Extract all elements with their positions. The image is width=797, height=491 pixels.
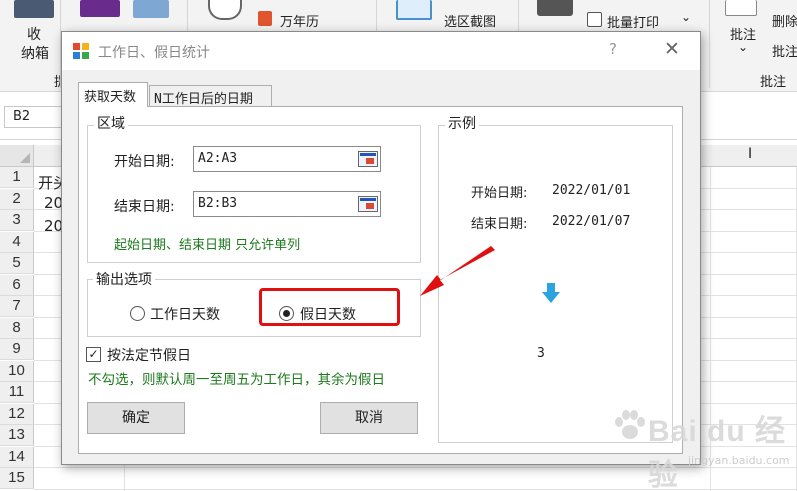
region-hint: 起始日期、结束日期 只允许单列 [114,238,301,253]
radio-workdays-label[interactable]: 工作日天数 [150,304,220,324]
comment-icon [725,0,757,16]
row-header[interactable]: 12 [0,403,34,425]
row-header[interactable]: 10 [0,360,34,382]
dialog-title: 工作日、假日统计 [98,45,210,61]
watermark-url: jingyan.baidu.com [688,454,790,467]
end-date-field[interactable]: B2:B3 [193,191,381,217]
watermark-brand: Bai du 经验 [648,415,787,491]
batch-print-icon [587,12,602,27]
collect-box-label-bottom[interactable]: 纳箱 [21,43,49,63]
row-header[interactable]: 5 [0,253,34,274]
image-icon [396,0,432,20]
column-header-i[interactable]: I [748,146,752,162]
row-header[interactable]: 7 [0,296,34,317]
legal-holiday-checkbox[interactable]: ✓ [86,347,101,362]
example-end-value: 2022/01/07 [552,214,631,229]
delete-comment-label[interactable]: 删除 [772,11,797,30]
screenshot-label[interactable]: 选区截图 [444,11,496,30]
row-header[interactable]: 13 [0,425,34,446]
locate-icon [133,0,169,18]
dialog-titlebar[interactable]: 工作日、假日统计 ? ✕ [62,32,700,70]
example-result: 3 [537,346,545,361]
end-range-picker-icon[interactable] [358,196,378,212]
select-all-corner[interactable] [0,145,34,167]
output-options-title: 输出选项 [93,269,155,289]
row-header[interactable]: 9 [0,339,34,360]
start-date-label: 开始日期: [114,154,175,170]
personal-icon [80,0,120,17]
region-group-title: 区域 [94,113,128,133]
example-title: 示例 [445,113,479,133]
name-box[interactable]: B2 [4,106,64,128]
batch-print-dropdown-icon[interactable]: ⌄ [681,10,691,24]
row-header[interactable]: 6 [0,274,34,296]
ok-button[interactable]: 确定 [87,402,185,434]
batch-print-label[interactable]: 批量打印 [607,12,659,31]
ribbon-separator [709,0,710,88]
row-header[interactable]: 11 [0,382,34,403]
row-header[interactable]: 8 [0,317,34,339]
end-date-label: 结束日期: [114,199,175,215]
comment-group-label: 批注 [760,75,787,90]
watermark: Bai du 经验 jingyan.baidu.com [612,406,792,491]
workday-holiday-dialog: 工作日、假日统计 ? ✕ 获取天数 N工作日后的日期 区域 开始日期: A2:A… [61,31,701,465]
row-header[interactable]: 3 [0,210,34,231]
printer-icon [537,0,573,16]
start-date-field[interactable]: A2:A3 [193,146,381,172]
row-header[interactable]: 14 [0,446,34,468]
highlight-box [259,288,400,326]
down-arrow-icon [542,283,560,303]
start-range-picker-icon[interactable] [358,151,378,167]
legal-holiday-note: 不勾选，则默认周一至周五为工作日，其余为假日 [88,372,385,388]
example-end-label: 结束日期: [471,217,528,232]
comment-dropdown-icon[interactable]: ⌄ [738,40,748,54]
radio-workdays[interactable] [130,306,145,321]
collect-box-icon [14,0,54,18]
tab-get-days[interactable]: 获取天数 [78,82,148,107]
paw-icon [615,410,645,439]
cancel-button[interactable]: 取消 [320,402,418,434]
row-header[interactable]: 4 [0,231,34,253]
calendar-label[interactable]: 万年历 [280,11,319,30]
tab-date-after-n-workdays[interactable]: N工作日后的日期 [149,85,272,107]
app-icon [73,43,89,59]
row-header[interactable]: 1 [0,167,34,188]
collect-box-label-top[interactable]: 收 [27,24,41,44]
close-icon[interactable]: ✕ [664,38,680,60]
delete-comment-label-2[interactable]: 批注 [772,41,797,60]
legal-holiday-label[interactable]: 按法定节假日 [107,345,191,365]
clock-icon [208,0,242,20]
row-header[interactable]: 2 [0,188,34,210]
help-icon[interactable]: ? [609,40,617,58]
row-header[interactable]: 15 [0,468,34,489]
calendar-icon [258,11,272,26]
example-start-label: 开始日期: [471,186,528,201]
example-start-value: 2022/01/01 [552,183,631,198]
